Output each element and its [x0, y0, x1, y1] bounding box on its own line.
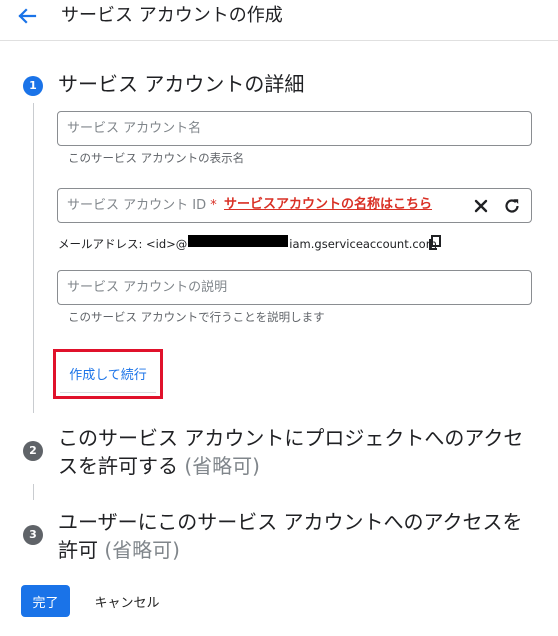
required-mark: *: [210, 198, 217, 213]
step-2-number: 2: [23, 441, 43, 461]
annotation-text: サービスアカウントの名称はこちら: [224, 197, 433, 212]
service-account-name-field[interactable]: サービス アカウント名: [57, 111, 532, 146]
service-account-description-hint: このサービス アカウントで行うことを説明します: [68, 310, 325, 324]
email-prefix: メールアドレス: <id>@: [58, 237, 188, 251]
step-1-title: サービス アカウントの詳細: [58, 72, 305, 96]
step-1-number: 1: [23, 76, 43, 96]
step-2-title-line2: スを許可する (省略可): [58, 452, 523, 480]
step-2-title-line1: このサービス アカウントにプロジェクトへのアクセ: [58, 426, 524, 450]
service-account-id-label: サービス アカウント ID *: [67, 197, 217, 215]
redacted-block: [188, 235, 289, 247]
step-3-title-text: 許可: [58, 538, 98, 562]
step-2-optional: (省略可): [184, 454, 260, 478]
create-and-continue-button[interactable]: 作成して続行: [58, 353, 158, 393]
email-address-row: メールアドレス: <id>@ iam.gserviceaccount.com: [58, 235, 437, 253]
arrow-back-icon[interactable]: [12, 2, 40, 30]
service-account-name-hint: このサービス アカウントの表示名: [68, 151, 245, 165]
email-suffix: iam.gserviceaccount.com: [289, 237, 437, 251]
step-3-number: 3: [23, 525, 43, 545]
step-3-title: ユーザーにこのサービス アカウントへのアクセスを 許可 (省略可): [58, 508, 523, 564]
refresh-icon[interactable]: [502, 196, 522, 216]
cancel-button[interactable]: キャンセル: [85, 585, 169, 617]
service-account-id-label-text: サービス アカウント ID: [67, 198, 207, 213]
service-account-id-field[interactable]: サービス アカウント ID * サービスアカウントの名称はこちら: [57, 188, 532, 223]
service-account-description-placeholder: サービス アカウントの説明: [67, 280, 228, 295]
step-connector-line: [33, 103, 34, 413]
page-header: サービス アカウントの作成: [0, 0, 558, 41]
step-2-title-text: スを許可する: [58, 454, 178, 478]
service-account-name-placeholder: サービス アカウント名: [67, 121, 202, 136]
step-connector-line: [33, 484, 34, 500]
done-button[interactable]: 完了: [21, 585, 70, 617]
service-account-description-field[interactable]: サービス アカウントの説明: [57, 270, 532, 305]
clear-icon[interactable]: [471, 196, 491, 216]
page-title: サービス アカウントの作成: [61, 5, 283, 26]
step-3-optional: (省略可): [104, 538, 180, 562]
step-3-title-line2: 許可 (省略可): [58, 536, 523, 564]
step-2-title: このサービス アカウントにプロジェクトへのアクセ スを許可する (省略可): [58, 424, 523, 480]
step-3-title-line1: ユーザーにこのサービス アカウントへのアクセスを: [58, 510, 523, 534]
create-button-underline: [60, 392, 156, 393]
copy-icon[interactable]: [427, 234, 443, 252]
